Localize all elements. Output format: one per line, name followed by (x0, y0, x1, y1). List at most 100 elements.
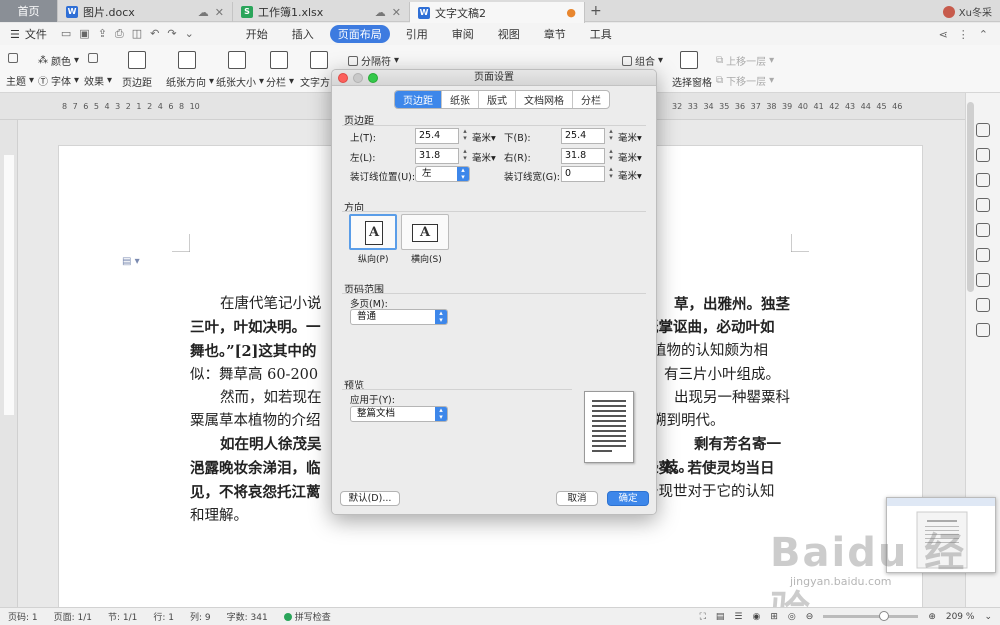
more-icon[interactable]: ⌄ (185, 27, 194, 41)
orientation-button[interactable]: 纸张方向 ▾ (166, 74, 214, 89)
send-backward-button[interactable]: ⧉ 下移一层 ▾ (716, 73, 774, 88)
menu-insert[interactable]: 插入 (280, 26, 326, 42)
zoom-slider-knob[interactable] (879, 611, 890, 621)
status-words[interactable]: 字数: 341 (219, 610, 276, 623)
new-tab-button[interactable]: + (590, 3, 602, 19)
apply-to-select[interactable]: 整篇文档 ▴ ▾ (350, 406, 448, 422)
zoom-dropdown-icon[interactable]: ⌄ (984, 612, 992, 622)
dialog-title-bar[interactable]: 页面设置 (332, 70, 656, 86)
undo-icon[interactable]: ↶ (150, 27, 159, 41)
bottom-margin-input[interactable]: 25.4 (561, 128, 605, 144)
menu-tools[interactable]: 工具 (578, 26, 624, 42)
edit-icon[interactable] (976, 123, 990, 137)
effect-button[interactable]: 效果 ▾ (84, 73, 112, 88)
tab-xls[interactable]: S 工作簿1.xlsx ☁ ✕ (233, 2, 410, 22)
multi-page-select[interactable]: 普通 ▴ ▾ (350, 309, 448, 325)
top-margin-unit[interactable]: 毫米▾ (472, 130, 496, 144)
theme-label[interactable]: 主题 ▾ (6, 73, 34, 88)
left-margin-input[interactable]: 31.8 (415, 148, 459, 164)
page-view-icon[interactable]: ▤ (716, 612, 725, 622)
top-margin-stepper[interactable]: ▴ ▾ (461, 128, 469, 144)
ok-button[interactable]: 确定 (607, 491, 649, 506)
reading-view-icon[interactable]: ⊞ (770, 612, 778, 622)
top-margin-input[interactable]: 25.4 (415, 128, 459, 144)
status-section[interactable]: 节: 1/1 (100, 610, 145, 623)
lock-icon[interactable] (976, 248, 990, 262)
menu-page-layout[interactable]: 页面布局 (329, 25, 390, 43)
tab-margins[interactable]: 页边距 (395, 91, 442, 108)
tab-home[interactable]: 首页 (0, 0, 58, 22)
menu-section[interactable]: 章节 (532, 26, 578, 42)
paper-size-button[interactable]: 纸张大小 ▾ (216, 74, 264, 89)
menu-start[interactable]: 开始 (234, 26, 280, 42)
margin-button[interactable]: 页边距 (122, 74, 152, 89)
menu-references[interactable]: 引用 (394, 26, 440, 42)
gutter-width-input[interactable]: 0 (561, 166, 605, 182)
bottom-margin-unit[interactable]: 毫米▾ (618, 130, 642, 144)
tab-columns[interactable]: 分栏 (573, 91, 609, 108)
group-button[interactable]: 组合 ▾ (622, 53, 663, 68)
columns-button[interactable]: 分栏 ▾ (266, 74, 294, 89)
minimize-window-icon[interactable] (353, 73, 363, 83)
outline-view-icon[interactable]: ☰ (734, 612, 742, 622)
history-icon[interactable] (976, 298, 990, 312)
eye-protect-icon[interactable]: ◎ (788, 612, 796, 622)
tab-paper[interactable]: 纸张 (442, 91, 479, 108)
tab-doc2[interactable]: W 文字文稿2 ● (410, 2, 585, 23)
tab-layout[interactable]: 版式 (479, 91, 516, 108)
paragraph-marker-icon[interactable]: ▤ ▾ (122, 256, 140, 267)
print-icon[interactable]: ⎙ (115, 27, 124, 41)
navigation-icon[interactable] (976, 198, 990, 212)
gutter-position-select[interactable]: 左 ▴ ▾ (415, 166, 470, 182)
zoom-out-icon[interactable]: ⊖ (806, 612, 814, 622)
right-margin-stepper[interactable]: ▴ ▾ (607, 148, 615, 164)
tab-doc-grid[interactable]: 文档网格 (516, 91, 573, 108)
color-button[interactable]: ⁂ 颜色 ▾ (38, 53, 79, 68)
status-page[interactable]: 页码: 1 (0, 610, 46, 623)
fit-window-icon[interactable]: ⛶ (700, 612, 706, 622)
left-margin-stepper[interactable]: ▴ ▾ (461, 148, 469, 164)
export-icon[interactable]: ⇪ (98, 27, 107, 41)
left-margin-unit[interactable]: 毫米▾ (472, 150, 496, 164)
close-icon[interactable]: ✕ (215, 6, 224, 19)
redo-icon[interactable]: ↷ (167, 27, 176, 41)
user-account[interactable]: Xu冬采 (942, 4, 992, 19)
breaks-button[interactable]: 分隔符 ▾ (348, 53, 399, 68)
more-options-icon[interactable]: ⋮ (958, 28, 969, 41)
landscape-option[interactable]: A (401, 214, 449, 250)
gutter-width-stepper[interactable]: ▴ ▾ (607, 166, 615, 182)
shapes-icon[interactable] (976, 148, 990, 162)
zoom-window-icon[interactable] (368, 73, 378, 83)
save-icon[interactable]: ▣ (79, 27, 89, 41)
settings-sliders-icon[interactable] (976, 273, 990, 287)
right-margin-input[interactable]: 31.8 (561, 148, 605, 164)
share-icon[interactable]: ⋖ (939, 28, 948, 41)
close-window-icon[interactable] (338, 73, 348, 83)
cancel-button[interactable]: 取消 (556, 491, 598, 506)
spell-check-button[interactable]: 拼写检查 (276, 610, 339, 623)
right-margin-unit[interactable]: 毫米▾ (618, 150, 642, 164)
image-icon[interactable] (976, 323, 990, 337)
collapse-icon[interactable]: ⌃ (979, 28, 988, 41)
select-icon[interactable] (976, 223, 990, 237)
web-view-icon[interactable]: ◉ (753, 612, 761, 622)
theme-button[interactable] (8, 53, 18, 63)
open-icon[interactable]: ▭ (61, 27, 71, 41)
preview-icon[interactable]: ◫ (132, 27, 142, 41)
default-button[interactable]: 默认(D)... (340, 491, 400, 506)
gutter-width-unit[interactable]: 毫米▾ (618, 168, 642, 182)
style-icon[interactable] (976, 173, 990, 187)
file-menu[interactable]: ☰ 文件 (0, 26, 61, 42)
menu-view[interactable]: 视图 (486, 26, 532, 42)
selection-pane-button[interactable]: 选择窗格 (672, 74, 712, 89)
status-pages[interactable]: 页面: 1/1 (46, 610, 100, 623)
tab-doc1[interactable]: W 图片.docx ☁ ✕ (58, 2, 233, 22)
portrait-option[interactable]: A (349, 214, 397, 250)
zoom-slider[interactable] (823, 611, 919, 621)
zoom-in-icon[interactable]: ⊕ (928, 612, 936, 622)
zoom-level[interactable]: 209 % (946, 612, 975, 622)
bring-forward-button[interactable]: ⧉ 上移一层 ▾ (716, 53, 774, 68)
menu-review[interactable]: 审阅 (440, 26, 486, 42)
vertical-scrollbar[interactable] (967, 102, 974, 292)
font-button[interactable]: Ⓣ 字体 ▾ (38, 73, 79, 88)
